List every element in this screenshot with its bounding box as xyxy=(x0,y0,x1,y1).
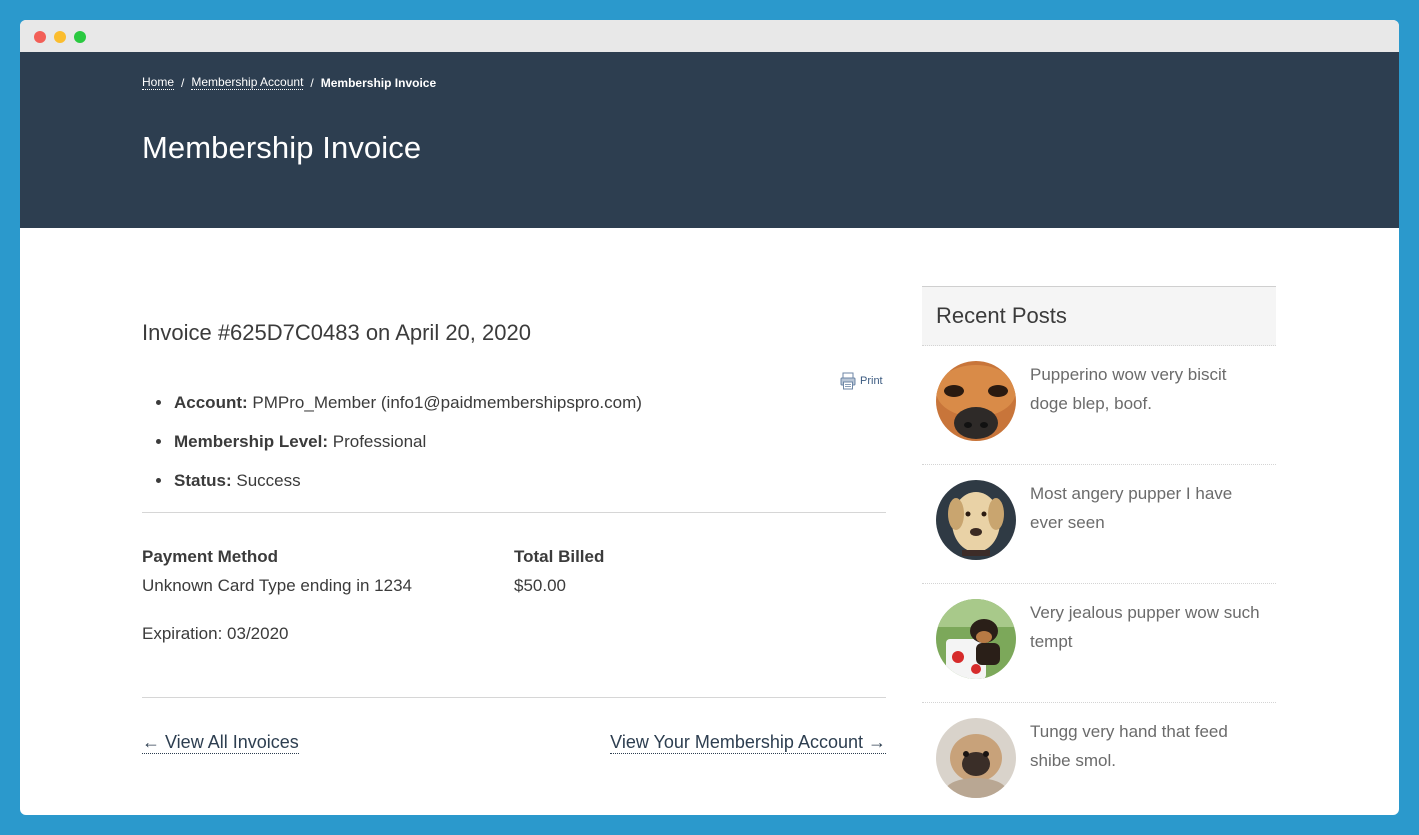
maximize-window-button[interactable] xyxy=(74,31,86,43)
post-title-link[interactable]: Very jealous pupper wow such tempt xyxy=(1030,598,1260,656)
post-title-link[interactable]: Pupperino wow very biscit doge blep, boo… xyxy=(1030,360,1260,418)
window-titlebar xyxy=(20,20,1399,52)
billing-details: Payment Method Unknown Card Type ending … xyxy=(142,546,886,644)
page-header: Home / Membership Account / Membership I… xyxy=(20,52,1399,228)
breadcrumb-account-link[interactable]: Membership Account xyxy=(191,75,304,90)
list-item: Status: Success xyxy=(142,468,886,507)
printer-icon xyxy=(840,372,856,390)
close-window-button[interactable] xyxy=(34,31,46,43)
labrador-avatar[interactable] xyxy=(936,480,1016,560)
print-label: Print xyxy=(860,375,883,387)
account-value: PMPro_Member (info1@paidmembershipspro.c… xyxy=(252,393,642,412)
dog-nose-avatar[interactable] xyxy=(936,361,1016,441)
list-item[interactable]: Pupperino wow very biscit doge blep, boo… xyxy=(922,346,1276,465)
breadcrumb-current: Membership Invoice xyxy=(320,75,437,90)
membership-level-label: Membership Level: xyxy=(174,432,328,451)
invoice-title: Invoice #625D7C0483 on April 20, 2020 xyxy=(142,320,531,345)
list-item[interactable]: Most angery pupper I have ever seen xyxy=(922,465,1276,584)
breadcrumb-separator: / xyxy=(310,75,314,90)
divider xyxy=(142,512,886,513)
total-billed-column: Total Billed $50.00 xyxy=(514,546,886,644)
total-billed-label: Total Billed xyxy=(514,547,605,566)
print-button[interactable]: Print xyxy=(840,372,883,390)
list-item[interactable]: Very jealous pupper wow such tempt xyxy=(922,584,1276,703)
membership-level-value: Professional xyxy=(332,432,427,451)
total-billed-value: $50.00 xyxy=(514,576,566,595)
payment-method-label: Payment Method xyxy=(142,547,279,566)
breadcrumb-separator: / xyxy=(181,75,185,90)
status-label: Status: xyxy=(174,471,232,490)
status-value: Success xyxy=(236,471,301,490)
breadcrumb: Home / Membership Account / Membership I… xyxy=(142,75,436,90)
invoice-content: Invoice #625D7C0483 on April 20, 2020 Pr… xyxy=(142,320,886,754)
view-all-invoices-link[interactable]: ← View All Invoices xyxy=(142,731,299,754)
view-membership-account-link[interactable]: View Your Membership Account → xyxy=(610,731,886,754)
account-label: Account: xyxy=(174,393,248,412)
puppy-mug-avatar[interactable] xyxy=(936,599,1016,679)
list-item: Account: PMPro_Member (info1@paidmembers… xyxy=(142,390,886,429)
breadcrumb-home-link[interactable]: Home xyxy=(142,75,175,90)
invoice-info-list: Account: PMPro_Member (info1@paidmembers… xyxy=(142,390,886,507)
pug-avatar[interactable] xyxy=(936,718,1016,798)
invoice-navigation: ← View All Invoices View Your Membership… xyxy=(142,731,886,754)
post-title-link[interactable]: Tungg very hand that feed shibe smol. xyxy=(1030,717,1260,775)
post-title-link[interactable]: Most angery pupper I have ever seen xyxy=(1030,479,1260,537)
list-item[interactable]: Tungg very hand that feed shibe smol. xyxy=(922,703,1276,815)
card-expiration: Expiration: 03/2020 xyxy=(142,624,289,643)
payment-method-column: Payment Method Unknown Card Type ending … xyxy=(142,546,514,644)
widget-title: Recent Posts xyxy=(922,286,1276,346)
list-item: Membership Level: Professional xyxy=(142,429,886,468)
minimize-window-button[interactable] xyxy=(54,31,66,43)
browser-window: Home / Membership Account / Membership I… xyxy=(20,20,1399,815)
divider xyxy=(142,697,886,698)
payment-method-value: Unknown Card Type ending in 1234 xyxy=(142,576,412,595)
sidebar-recent-posts: Recent Posts Pupperino wow very biscit d… xyxy=(922,286,1276,815)
page-title: Membership Invoice xyxy=(142,130,422,165)
